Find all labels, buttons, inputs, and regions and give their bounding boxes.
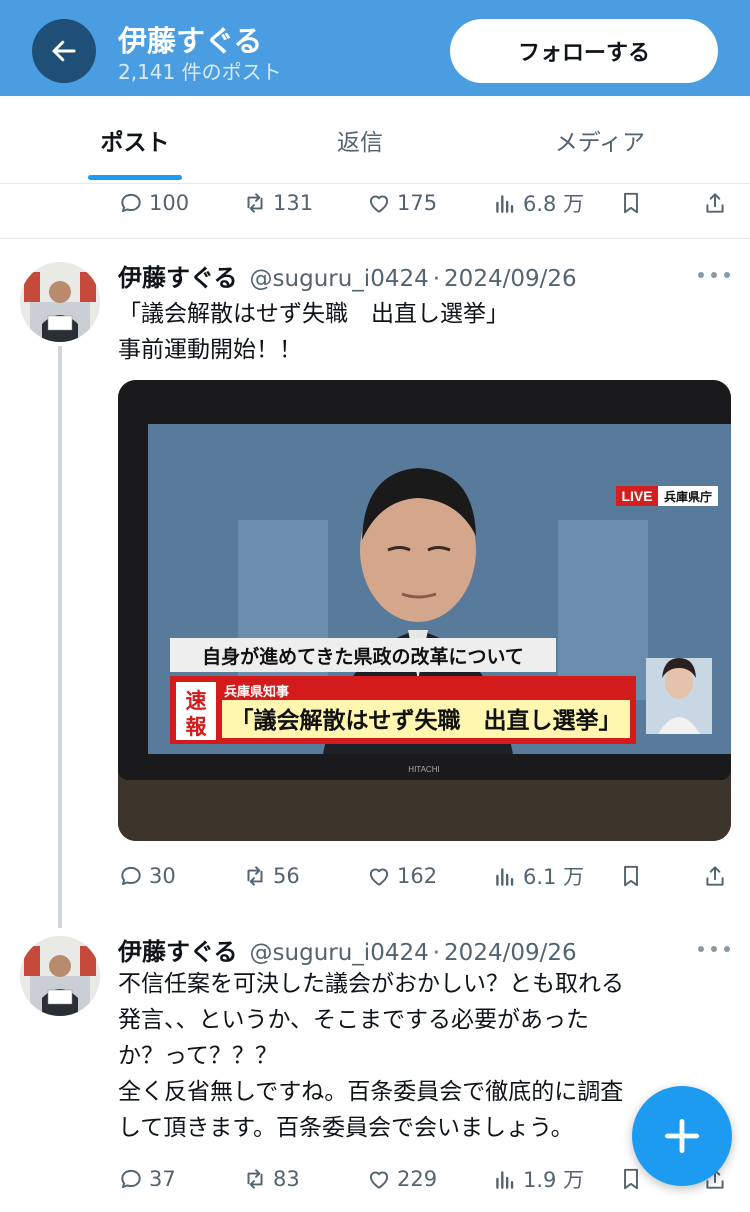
action-bar: 30 56 162 6.1 万	[118, 859, 730, 893]
divider	[0, 238, 750, 239]
follow-button[interactable]: フォローする	[450, 19, 718, 83]
post-media[interactable]: LIVE 兵庫県庁 自身が進めてきた県政の改革について 速 報 兵庫県知事 「議…	[118, 380, 731, 841]
tab-posts[interactable]: ポスト	[40, 96, 230, 184]
tv-photo: LIVE 兵庫県庁 自身が進めてきた県政の改革について 速 報 兵庫県知事 「議…	[118, 380, 731, 841]
author-handle[interactable]: @suguru_i0424	[250, 940, 429, 966]
separator: ·	[432, 940, 441, 966]
reply-count: 30	[149, 864, 176, 888]
repost-icon	[242, 863, 268, 889]
views-icon	[492, 1166, 518, 1192]
author-name[interactable]: 伊藤すぐる	[118, 258, 238, 293]
views-button[interactable]: 1.9 万	[492, 1162, 584, 1196]
tab-media[interactable]: メディア	[505, 96, 695, 184]
views-count: 6.8 万	[523, 192, 585, 216]
post-date[interactable]: 2024/09/26	[444, 266, 577, 292]
views-count: 6.1 万	[523, 865, 585, 889]
repost-count: 56	[273, 864, 300, 888]
avatar[interactable]	[20, 262, 100, 342]
reply-button[interactable]: 100	[118, 186, 189, 220]
tv-subtitle: 自身が進めてきた県政の改革について	[202, 645, 524, 668]
repost-button[interactable]: 56	[242, 859, 300, 893]
share-icon	[702, 190, 728, 216]
like-count: 162	[397, 864, 438, 888]
compose-button[interactable]	[632, 1086, 732, 1186]
like-count: 229	[397, 1167, 438, 1191]
profile-header: 伊藤すぐる 2,141 件のポスト フォローする	[0, 0, 750, 96]
compose-plus-icon	[664, 1118, 700, 1154]
separator: ·	[432, 266, 441, 292]
repost-count: 83	[273, 1167, 300, 1191]
heart-icon	[366, 190, 392, 216]
tv-brand: HITACHI	[408, 765, 439, 774]
repost-button[interactable]: 131	[242, 186, 313, 220]
like-count: 175	[397, 191, 438, 215]
post-text: 不信任案を可決した議会がおかしい？とも取れる 発言、、というか、そこまでする必要…	[118, 971, 624, 1141]
repost-count: 131	[273, 191, 314, 215]
reply-icon	[118, 863, 144, 889]
back-button[interactable]	[32, 19, 96, 83]
action-bar: 100 131 175 6.8 万	[118, 186, 730, 220]
reply-button[interactable]: 37	[118, 1162, 176, 1196]
repost-icon	[242, 1166, 268, 1192]
more-options-icon[interactable]	[698, 270, 730, 280]
views-icon	[492, 190, 518, 216]
views-icon	[492, 863, 518, 889]
reply-icon	[118, 190, 144, 216]
like-button[interactable]: 175	[366, 186, 437, 220]
post-header: 伊藤すぐる @suguru_i0424 · 2024/09/26	[118, 258, 577, 293]
share-button[interactable]	[702, 859, 733, 893]
bookmark-button[interactable]	[618, 859, 649, 893]
heart-icon	[366, 1166, 392, 1192]
share-icon	[702, 863, 728, 889]
profile-tabs: ポスト 返信 メディア	[0, 96, 750, 184]
author-name[interactable]: 伊藤すぐる	[118, 932, 238, 967]
author-handle[interactable]: @suguru_i0424	[250, 266, 429, 292]
reply-icon	[118, 1166, 144, 1192]
arrow-left-icon	[52, 40, 76, 62]
avatar[interactable]	[20, 936, 100, 1016]
bookmark-button[interactable]	[618, 186, 649, 220]
tv-location: 兵庫県庁	[664, 489, 712, 504]
breaking-header: 兵庫県知事	[224, 684, 289, 700]
views-button[interactable]: 6.8 万	[492, 186, 584, 220]
tab-replies[interactable]: 返信	[265, 96, 455, 184]
post-header: 伊藤すぐる @suguru_i0424 · 2024/09/26	[118, 932, 577, 967]
repost-icon	[242, 190, 268, 216]
reply-count: 37	[149, 1167, 176, 1191]
post-text: 「議会解散はせず失職 出直し選挙」 事前運動開始！！	[118, 301, 509, 363]
views-button[interactable]: 6.1 万	[492, 859, 584, 893]
breaking-main: 「議会解散はせず失職 出直し選挙」	[231, 707, 622, 734]
views-count: 1.9 万	[523, 1168, 585, 1192]
profile-name: 伊藤すぐる	[118, 24, 263, 58]
breaking-tag-2: 報	[186, 715, 208, 739]
post-date[interactable]: 2024/09/26	[444, 940, 577, 966]
like-button[interactable]: 229	[366, 1162, 437, 1196]
live-label: LIVE	[621, 488, 652, 504]
heart-icon	[366, 863, 392, 889]
repost-button[interactable]: 83	[242, 1162, 300, 1196]
bookmark-icon	[618, 1166, 644, 1192]
more-options-icon[interactable]	[698, 944, 730, 954]
like-button[interactable]: 162	[366, 859, 437, 893]
reply-button[interactable]: 30	[118, 859, 176, 893]
post-count: 2,141 件のポスト	[118, 60, 282, 84]
bookmark-icon	[618, 190, 644, 216]
bookmark-icon	[618, 863, 644, 889]
action-bar: 37 83 229 1.9 万	[118, 1162, 730, 1196]
active-tab-indicator	[88, 175, 182, 180]
reply-count: 100	[149, 191, 190, 215]
breaking-tag-1: 速	[186, 689, 207, 713]
share-button[interactable]	[702, 186, 733, 220]
thread-line	[58, 346, 62, 928]
